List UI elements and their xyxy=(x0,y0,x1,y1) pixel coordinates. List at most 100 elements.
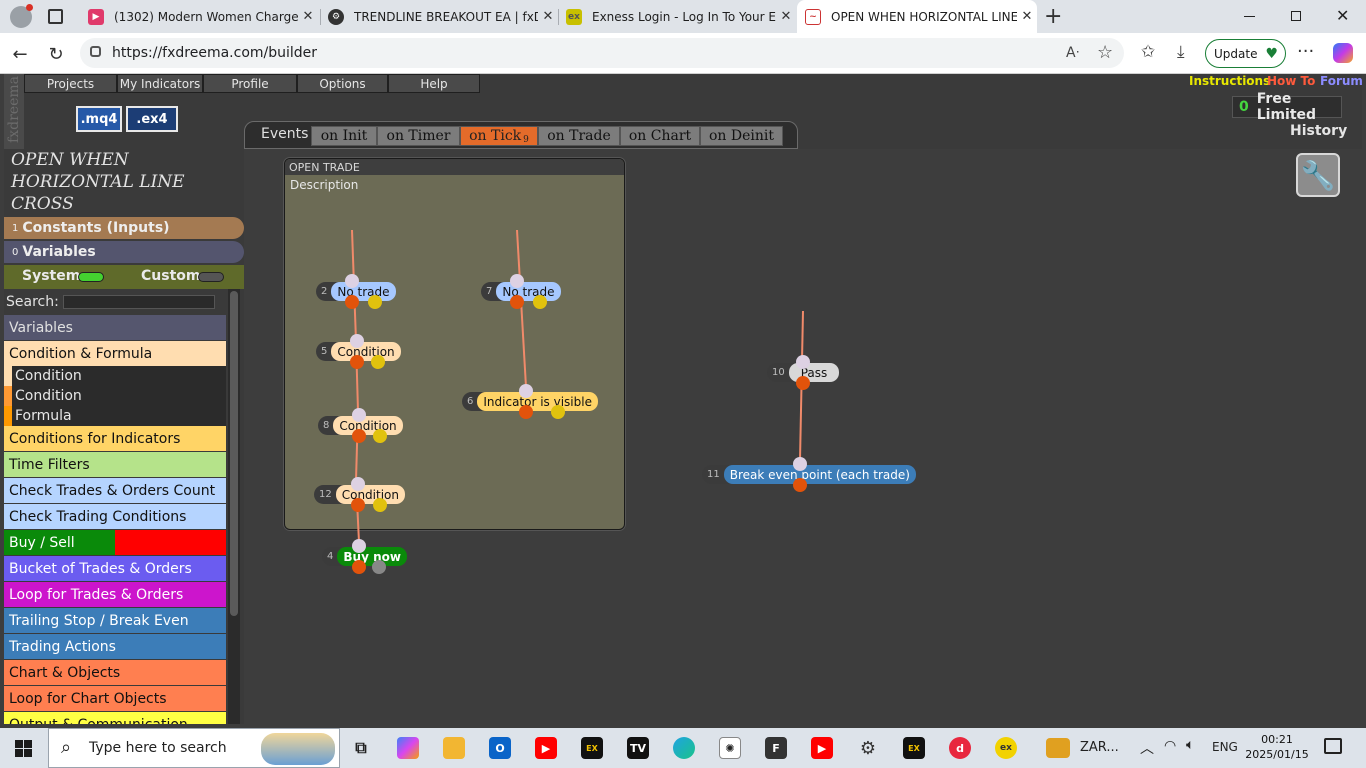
settings-icon[interactable]: ⚙ xyxy=(857,737,879,759)
input-pin[interactable] xyxy=(345,274,359,288)
menu-help[interactable]: Help xyxy=(388,74,480,93)
input-pin[interactable] xyxy=(793,457,807,471)
link-instructions[interactable]: Instructions xyxy=(1189,74,1270,88)
wifi-icon[interactable]: ◠ xyxy=(1164,738,1176,754)
palette-scroll-thumb[interactable] xyxy=(230,291,238,616)
outlook-icon[interactable]: O xyxy=(489,737,511,759)
block-break-even-11[interactable]: 11 Break even point (each trade) xyxy=(702,465,916,484)
project-title[interactable]: OPEN WHEN HORIZONTAL LINE CROSS xyxy=(11,149,243,215)
link-howto[interactable]: How To xyxy=(1267,74,1315,88)
menu-profile[interactable]: Profile xyxy=(203,74,297,93)
chatgpt-icon[interactable]: ✺ xyxy=(719,737,741,759)
notifications-icon[interactable] xyxy=(1324,738,1342,754)
chevron-up-icon[interactable]: ︿ xyxy=(1140,738,1154,758)
close-tab-icon[interactable]: ✕ xyxy=(1017,9,1037,24)
output-pin-true[interactable] xyxy=(352,429,366,443)
input-pin[interactable] xyxy=(796,355,810,369)
output-pin-false[interactable] xyxy=(373,498,387,512)
palette-item[interactable]: Check Trading Conditions xyxy=(4,504,226,529)
output-pin-true[interactable] xyxy=(350,355,364,369)
exness-app-icon[interactable]: ex xyxy=(995,737,1017,759)
output-pin-false[interactable] xyxy=(368,295,382,309)
youtube-taskbar-icon[interactable]: ▶ xyxy=(535,737,557,759)
palette-item[interactable]: Bucket of Trades & Orders xyxy=(4,556,226,581)
restore-button[interactable] xyxy=(1291,11,1301,21)
taskbar-search[interactable]: ⌕ Type here to search xyxy=(48,728,340,768)
input-pin[interactable] xyxy=(352,539,366,553)
update-button[interactable]: Update ♥ xyxy=(1205,39,1286,68)
search-input[interactable] xyxy=(62,295,215,309)
output-pin[interactable] xyxy=(796,376,810,390)
output-pin-true[interactable] xyxy=(352,560,366,574)
tab-on-tick[interactable]: on Tick 9 xyxy=(460,126,538,146)
palette-item[interactable]: Loop for Trades & Orders xyxy=(4,582,226,607)
palette-item[interactable]: Loop for Chart Objects xyxy=(4,686,226,711)
language-indicator[interactable]: ENG xyxy=(1212,740,1238,754)
license-badge[interactable]: 0 Free Limited xyxy=(1232,91,1342,123)
reload-icon[interactable]: ↻ xyxy=(43,41,69,67)
palette-item[interactable]: Trailing Stop / Break Even xyxy=(4,608,226,633)
input-pin[interactable] xyxy=(352,408,366,422)
output-pin-false[interactable] xyxy=(371,355,385,369)
output-pin-true[interactable] xyxy=(351,498,365,512)
palette-condition-formula[interactable]: Condition & Formula xyxy=(4,341,226,366)
custom-toggle[interactable] xyxy=(198,272,224,282)
output-pin-true[interactable] xyxy=(510,295,524,309)
tab-on-init[interactable]: on Init xyxy=(311,126,377,146)
close-window-button[interactable]: ✕ xyxy=(1336,6,1349,25)
url-field[interactable]: https://fxdreema.com/builder xyxy=(80,38,1124,68)
exness-terminal-icon-2[interactable]: EX xyxy=(903,737,925,759)
output-pin-true[interactable] xyxy=(519,405,533,419)
palette-sub-condition[interactable]: Condition xyxy=(4,366,226,386)
palette-item[interactable]: Output & Communication xyxy=(4,712,226,724)
variables-bar[interactable]: 0 Variables xyxy=(4,241,244,263)
history-link[interactable]: History xyxy=(1290,123,1347,139)
menu-projects[interactable]: Projects xyxy=(24,74,117,93)
youtube-app-icon[interactable]: ▶ xyxy=(811,737,833,759)
read-aloud-icon[interactable]: Aᐧ xyxy=(1066,45,1079,61)
output-pin-false[interactable] xyxy=(533,295,547,309)
system-toggle[interactable] xyxy=(78,272,104,282)
close-tab-icon[interactable]: ✕ xyxy=(298,9,318,24)
palette-sub-condition-2[interactable]: Condition xyxy=(4,386,226,406)
copilot-icon[interactable] xyxy=(1333,43,1353,63)
tab-youtube[interactable]: ▶ (1302) Modern Women Charge Fo ✕ xyxy=(80,0,318,33)
minimize-button[interactable] xyxy=(1244,16,1255,17)
back-arrow-icon[interactable]: ← xyxy=(7,41,33,67)
input-pin[interactable] xyxy=(510,274,524,288)
palette-sub-formula[interactable]: Formula xyxy=(4,406,226,426)
toolbox-button[interactable]: 🔧 xyxy=(1296,153,1340,197)
edge-browser-icon[interactable] xyxy=(673,737,695,759)
tab-trendline[interactable]: ⚙ TRENDLINE BREAKOUT EA | fxDre ✕ xyxy=(320,0,558,33)
output-pin-false[interactable] xyxy=(551,405,565,419)
tab-on-chart[interactable]: on Chart xyxy=(620,126,700,146)
palette-item[interactable]: Buy / Sell xyxy=(4,530,226,555)
new-tab-button[interactable]: + xyxy=(1044,4,1062,29)
red-app-icon[interactable]: d xyxy=(949,737,971,759)
close-tab-icon[interactable]: ✕ xyxy=(538,9,558,24)
menu-options[interactable]: Options xyxy=(297,74,388,93)
palette-item[interactable]: Trading Actions xyxy=(4,634,226,659)
tab-on-deinit[interactable]: on Deinit xyxy=(700,126,783,146)
tab-fxdreema-active[interactable]: ~ OPEN WHEN HORIZONTAL LINE C ✕ xyxy=(797,0,1037,33)
favorites-icon[interactable]: ✩ xyxy=(1141,42,1155,62)
input-pin[interactable] xyxy=(350,334,364,348)
volume-icon[interactable]: 🔈︎ xyxy=(1186,737,1194,753)
download-icon[interactable]: ⤓ xyxy=(1177,42,1185,62)
exness-terminal-icon[interactable]: EX xyxy=(581,737,603,759)
output-pin[interactable] xyxy=(793,478,807,492)
file-explorer-icon[interactable] xyxy=(443,737,465,759)
constants-bar[interactable]: 1 Constants (Inputs) xyxy=(4,217,244,239)
weather-text[interactable]: ZAR... xyxy=(1080,740,1119,755)
more-menu-icon[interactable]: ··· xyxy=(1297,41,1314,62)
tab-exness[interactable]: ex Exness Login - Log In To Your Exn ✕ xyxy=(558,0,796,33)
mq4-button[interactable]: .mq4 xyxy=(76,106,122,132)
app-f-icon[interactable]: F xyxy=(765,737,787,759)
input-pin[interactable] xyxy=(351,477,365,491)
link-forum[interactable]: Forum xyxy=(1320,74,1362,88)
output-pin-false[interactable] xyxy=(373,429,387,443)
tab-on-timer[interactable]: on Timer xyxy=(377,126,460,146)
palette-variables[interactable]: Variables xyxy=(4,315,226,340)
menu-my-indicators[interactable]: My Indicators xyxy=(117,74,203,93)
tab-on-trade[interactable]: on Trade xyxy=(538,126,620,146)
